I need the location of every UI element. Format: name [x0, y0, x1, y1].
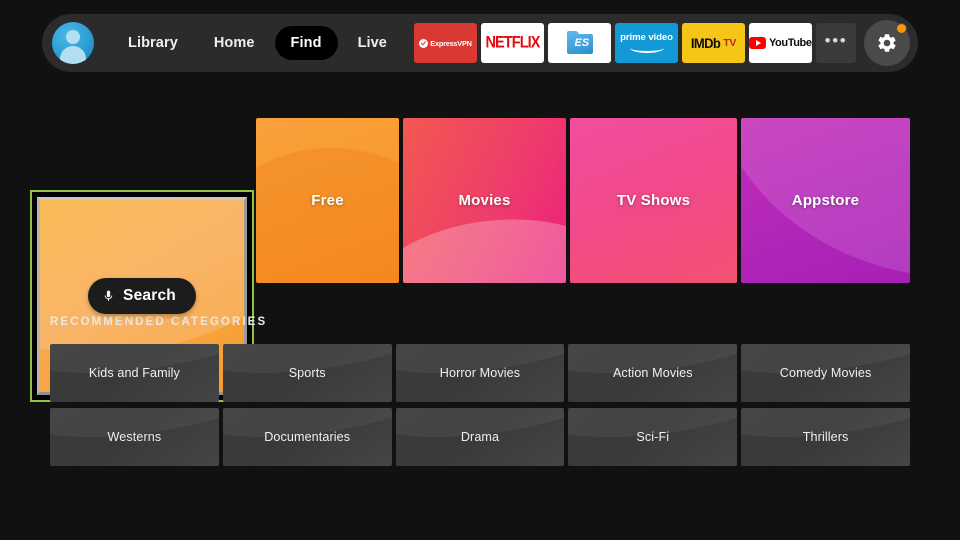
expressvpn-label: ExpressVPN — [430, 38, 472, 48]
nav-item-library[interactable]: Library — [112, 26, 194, 60]
category-label: Westerns — [107, 430, 162, 444]
hero-tile-tv-shows[interactable]: TV Shows — [570, 118, 737, 283]
category-tile-sports[interactable]: Sports — [222, 344, 392, 402]
nav-item-find[interactable]: Find — [274, 26, 338, 60]
search-button[interactable]: Search — [88, 278, 196, 314]
tile-blob-shape — [256, 147, 399, 283]
hero-tile-movies[interactable]: Movies — [403, 118, 566, 283]
category-tile-horror-movies[interactable]: Horror Movies — [395, 344, 565, 402]
category-tile-kids-and-family[interactable]: Kids and Family — [50, 344, 219, 402]
gear-icon — [878, 34, 896, 52]
category-label: Horror Movies — [439, 366, 521, 380]
youtube-label: YouTube — [768, 37, 812, 49]
category-label: Kids and Family — [88, 366, 180, 380]
app-tile-imdb-tv[interactable]: IMDb TV — [682, 23, 745, 63]
category-label: Action Movies — [612, 366, 693, 380]
imdb-tv-suffix-label: TV — [723, 37, 737, 49]
prime-video-label: prime video — [620, 31, 673, 43]
imdb-tv-logo: IMDb TV — [690, 35, 737, 51]
check-badge-icon — [419, 38, 429, 48]
avatar-head-shape — [66, 30, 80, 44]
category-label: Comedy Movies — [779, 366, 872, 380]
hero-tile-tv-shows-label: TV Shows — [616, 192, 691, 209]
category-label: Documentaries — [264, 430, 351, 444]
es-file-explorer-label: ES — [574, 37, 590, 49]
hero-tile-free[interactable]: Free — [256, 118, 399, 283]
app-tile-youtube[interactable]: YouTube — [749, 23, 812, 63]
top-navigation-bar: Library Home Find Live ExpressVPN NETFLI… — [42, 14, 918, 72]
category-tile-drama[interactable]: Drama — [395, 408, 565, 466]
play-button-icon — [749, 37, 767, 49]
imdb-label: IMDb — [690, 35, 721, 51]
search-button-label: Search — [123, 287, 176, 304]
hero-tile-appstore-label: Appstore — [791, 192, 860, 209]
category-tile-action-movies[interactable]: Action Movies — [568, 344, 738, 402]
nav-item-home[interactable]: Home — [198, 26, 271, 60]
profile-avatar[interactable] — [52, 22, 94, 64]
hero-tiles-row: Search Free Movies TV Shows Appstore — [0, 95, 960, 402]
app-shortcuts-row: ExpressVPN NETFLIX ES prime video IMDb T… — [414, 20, 910, 66]
netflix-label: NETFLIX — [485, 34, 540, 52]
tile-wave-shape — [403, 207, 566, 283]
hero-tile-free-label: Free — [311, 192, 344, 209]
recommended-categories-grid: Kids and Family Sports Horror Movies Act… — [50, 344, 910, 466]
nav-links: Library Home Find Live — [112, 26, 403, 60]
app-tile-prime-video[interactable]: prime video — [615, 23, 678, 63]
category-tile-sci-fi[interactable]: Sci-Fi — [568, 408, 738, 466]
microphone-icon — [104, 290, 113, 301]
category-tile-comedy-movies[interactable]: Comedy Movies — [741, 344, 910, 402]
category-tile-westerns[interactable]: Westerns — [50, 408, 219, 466]
app-tile-es-file-explorer[interactable]: ES — [548, 23, 611, 63]
category-label: Thrillers — [802, 430, 849, 444]
category-label: Sports — [288, 366, 326, 380]
category-tile-documentaries[interactable]: Documentaries — [222, 408, 392, 466]
amazon-smile-icon — [629, 43, 664, 54]
app-tile-expressvpn[interactable]: ExpressVPN — [414, 23, 477, 63]
category-label: Drama — [460, 430, 500, 444]
youtube-logo: YouTube — [749, 37, 812, 49]
nav-item-live[interactable]: Live — [342, 26, 403, 60]
more-apps-button[interactable]: ••• — [816, 23, 856, 63]
prime-video-logo: prime video — [620, 33, 673, 54]
hero-tile-appstore[interactable]: Appstore — [741, 118, 910, 283]
expressvpn-logo: ExpressVPN — [419, 38, 472, 48]
notification-dot — [896, 23, 907, 34]
settings-button[interactable] — [864, 20, 910, 66]
recommended-categories-heading: RECOMMENDED CATEGORIES — [50, 316, 268, 328]
category-tile-thrillers[interactable]: Thrillers — [741, 408, 910, 466]
ellipsis-icon: ••• — [824, 30, 848, 50]
avatar-body-shape — [60, 46, 86, 64]
folder-icon: ES — [566, 31, 593, 55]
category-label: Sci-Fi — [636, 430, 670, 444]
hero-tile-movies-label: Movies — [458, 192, 511, 209]
app-tile-netflix[interactable]: NETFLIX — [481, 23, 544, 63]
